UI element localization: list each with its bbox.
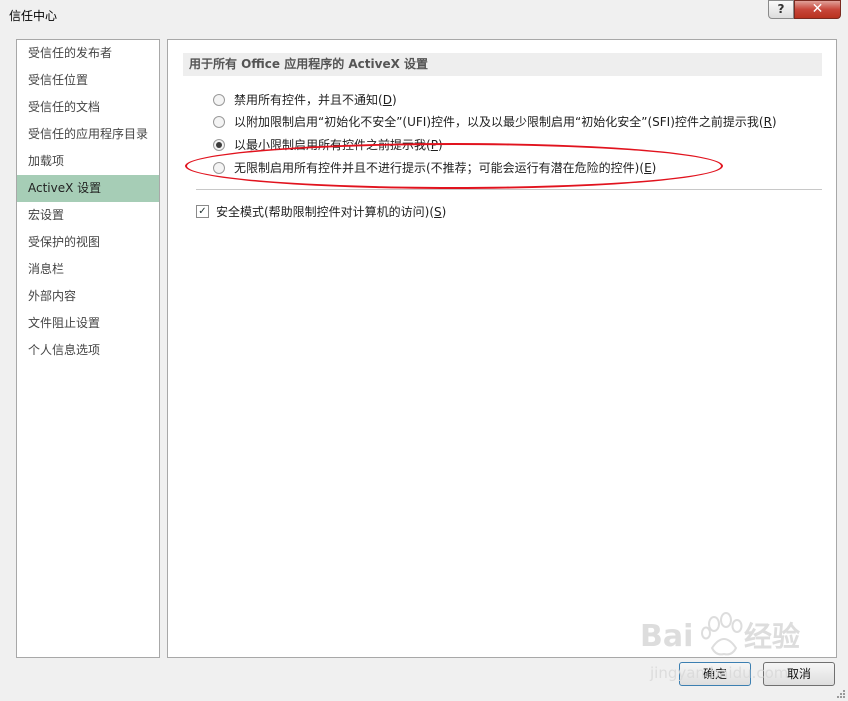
option-label: 以附加限制启用“初始化不安全”(UFI)控件，以及以最少限制启用“初始化安全”(… <box>234 115 764 129</box>
help-button[interactable]: ? <box>768 0 794 19</box>
option-label-suffix: ) <box>391 93 397 107</box>
window-title: 信任中心 <box>9 9 58 23</box>
cancel-button[interactable]: 取消 <box>763 662 835 686</box>
section-title: 用于所有 Office 应用程序的 ActiveX 设置 <box>183 53 822 76</box>
sidebar-item-activex-settings[interactable]: ActiveX 设置 <box>17 175 159 202</box>
sidebar-item-trusted-locations[interactable]: 受信任位置 <box>17 67 159 94</box>
settings-panel: 用于所有 Office 应用程序的 ActiveX 设置 禁用所有控件，并且不通… <box>167 39 837 658</box>
radio-prompt-minimal[interactable]: 以最小限制启用所有控件之前提示我(P) <box>213 136 443 154</box>
sidebar-item-trusted-publishers[interactable]: 受信任的发布者 <box>17 40 159 67</box>
sidebar-item-file-block-settings[interactable]: 文件阻止设置 <box>17 310 159 337</box>
radio-button-selected[interactable] <box>213 138 225 151</box>
safe-mode-label-suffix: ) <box>441 205 447 219</box>
sidebar: 受信任的发布者 受信任位置 受信任的文档 受信任的应用程序目录 加载项 Acti… <box>16 39 160 658</box>
sidebar-item-add-ins[interactable]: 加载项 <box>17 148 159 175</box>
resize-grip-icon[interactable] <box>836 689 846 699</box>
access-key: S <box>434 205 442 219</box>
sidebar-item-macro-settings[interactable]: 宏设置 <box>17 202 159 229</box>
sidebar-item-external-content[interactable]: 外部内容 <box>17 283 159 310</box>
access-key: R <box>763 115 772 129</box>
option-label-suffix: ) <box>771 115 777 129</box>
radio-button[interactable] <box>213 115 225 128</box>
safe-mode-label: 安全模式(帮助限制控件对计算机的访问)( <box>216 205 435 219</box>
title-bar: 信任中心 ? ✕ <box>0 0 848 30</box>
sidebar-item-message-bar[interactable]: 消息栏 <box>17 256 159 283</box>
option-label-suffix: ) <box>437 138 443 152</box>
option-label: 禁用所有控件，并且不通知( <box>234 93 383 107</box>
sidebar-item-trusted-documents[interactable]: 受信任的文档 <box>17 94 159 121</box>
option-label: 以最小限制启用所有控件之前提示我( <box>234 138 431 152</box>
option-label: 无限制启用所有控件并且不进行提示(不推荐；可能会运行有潜在危险的控件)( <box>234 161 645 175</box>
access-key: D <box>382 93 392 107</box>
sidebar-item-trusted-app-catalogs[interactable]: 受信任的应用程序目录 <box>17 121 159 148</box>
radio-disable-all[interactable]: 禁用所有控件，并且不通知(D) <box>213 91 397 109</box>
radio-prompt-ufi-sfi[interactable]: 以附加限制启用“初始化不安全”(UFI)控件，以及以最少限制启用“初始化安全”(… <box>213 113 777 131</box>
section-divider <box>196 189 822 190</box>
safe-mode-checkbox[interactable]: ✓ <box>196 205 209 218</box>
radio-button[interactable] <box>213 93 225 106</box>
ok-button[interactable]: 确定 <box>679 662 751 686</box>
radio-button[interactable] <box>213 161 225 174</box>
sidebar-item-protected-view[interactable]: 受保护的视图 <box>17 229 159 256</box>
access-key: P <box>430 138 438 152</box>
safe-mode-checkbox-row[interactable]: ✓ 安全模式(帮助限制控件对计算机的访问)(S) <box>196 203 446 221</box>
access-key: E <box>644 161 652 175</box>
sidebar-item-privacy-options[interactable]: 个人信息选项 <box>17 337 159 364</box>
radio-enable-all[interactable]: 无限制启用所有控件并且不进行提示(不推荐；可能会运行有潜在危险的控件)(E) <box>213 159 656 177</box>
option-label-suffix: ) <box>651 161 657 175</box>
close-button[interactable]: ✕ <box>794 0 841 19</box>
